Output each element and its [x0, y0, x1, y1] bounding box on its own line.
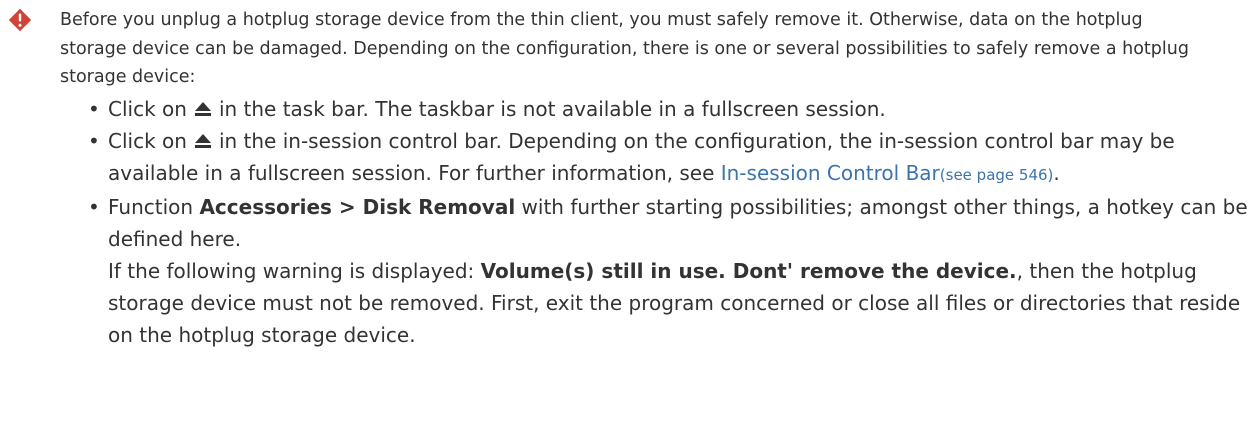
warning-paragraph: If the following warning is displayed: V… — [108, 255, 1248, 351]
in-session-control-bar-link[interactable]: In-session Control Bar — [721, 161, 940, 185]
warning-prefix: If the following warning is displayed: — [108, 258, 481, 283]
warning-note: Before you unplug a hotplug storage devi… — [8, 6, 1248, 351]
eject-icon — [194, 133, 211, 148]
note-intro-text: Before you unplug a hotplug storage devi… — [60, 10, 1189, 87]
option-prefix: Function — [108, 194, 200, 219]
option-text: in the task bar. The taskbar is not avai… — [218, 96, 886, 121]
function-path: Accessories > Disk Removal — [199, 194, 516, 219]
eject-icon — [194, 101, 211, 116]
list-item-control-bar: Click onin the in-session control bar. D… — [88, 125, 1248, 191]
option-end: . — [1053, 160, 1060, 185]
option-prefix: Click on — [108, 96, 187, 121]
page-reference-link[interactable]: (see page 546) — [940, 166, 1054, 184]
warning-diamond-icon — [8, 8, 32, 32]
option-prefix: Click on — [108, 128, 187, 153]
warning-message: Volume(s) still in use. Dont' remove the… — [480, 258, 1017, 283]
removal-options-list: Click on in the task bar. The taskbar is … — [88, 93, 1248, 351]
list-item-disk-removal: Function Accessories > Disk Removal with… — [88, 191, 1248, 351]
list-item-taskbar: Click on in the task bar. The taskbar is … — [88, 93, 1248, 125]
